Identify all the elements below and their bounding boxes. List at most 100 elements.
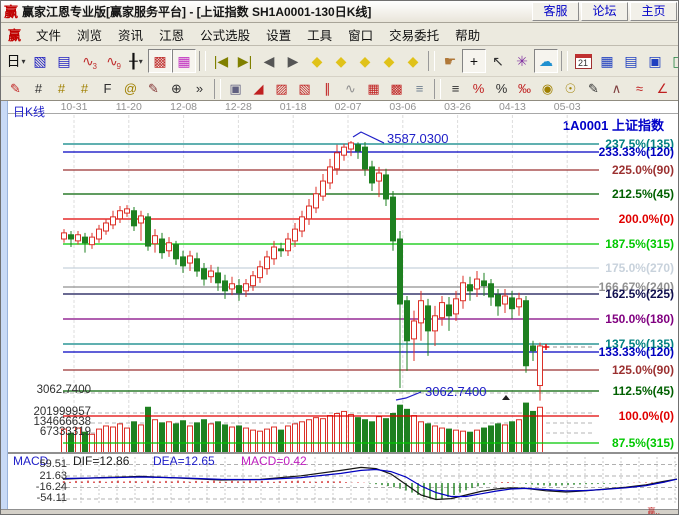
golden-circle-icon[interactable]: ◉ [536, 79, 559, 99]
menu-item-3[interactable]: 江恩 [151, 23, 192, 46]
diamond-expand-button[interactable]: ◆ [377, 49, 401, 73]
parallel-lines-icon[interactable]: ≡ [408, 79, 431, 99]
grid-arrow-icon[interactable]: ▩ [385, 79, 408, 99]
candle-body [258, 267, 263, 278]
last-page-button[interactable]: ▶| [233, 49, 257, 73]
more-tools-button[interactable]: » [188, 79, 211, 99]
annotate-pointer-icon[interactable]: ↖ [486, 49, 510, 73]
angle-tool-icon[interactable]: ∠ [651, 79, 674, 99]
hand-tool-icon[interactable]: ☛ [438, 49, 462, 73]
candle-body [132, 211, 137, 226]
candle-body [216, 273, 221, 283]
diamond-left-button[interactable]: ◆ [305, 49, 329, 73]
volume-bar [370, 422, 375, 453]
window-layout-icon[interactable]: ▧ [28, 49, 52, 73]
angle-lines-icon[interactable]: ∥ [316, 79, 339, 99]
golden-grid-icon[interactable]: # [50, 79, 73, 99]
measure-pen-icon[interactable]: ✎ [142, 79, 165, 99]
homepage-button[interactable]: 主页 [630, 2, 677, 21]
wave-line-icon[interactable]: ∿ [339, 79, 362, 99]
volume-bar [104, 426, 109, 453]
color-analysis-icon[interactable]: ▦ [172, 49, 196, 73]
menu-item-8[interactable]: 交易委托 [381, 23, 447, 46]
forum-button[interactable]: 论坛 [581, 2, 628, 21]
menu-item-9[interactable]: 帮助 [447, 23, 488, 46]
calendar-icon[interactable]: 21 [571, 49, 595, 73]
gann-fan-icon[interactable]: ◢ [247, 79, 270, 99]
candle-body [188, 256, 193, 263]
gann-module-icon[interactable]: ▩ [148, 49, 172, 73]
percent-lines-icon[interactable]: ‰ [513, 79, 536, 99]
crosshair-tool-icon[interactable]: + [462, 49, 486, 73]
diamond-compress-button[interactable]: ◆ [353, 49, 377, 73]
box-tool-icon[interactable]: ▣ [224, 79, 247, 99]
toolbar-main: 日▾▧▤∿3∿9╂▾▩▦|◀▶|◀▶◆◆◆◆◆☛+↖✳☁21▦▤▣◫ [1, 46, 679, 77]
volume-bar [517, 420, 522, 453]
price-ruler-icon[interactable]: ≡ [444, 79, 467, 99]
export-icon[interactable]: ◫ [667, 49, 679, 73]
first-page-button[interactable]: |◀ [209, 49, 233, 73]
menu-item-4[interactable]: 公式选股 [192, 23, 258, 46]
info-panel-icon[interactable]: ▤ [52, 49, 76, 73]
candle-body [174, 245, 179, 259]
menu-item-0[interactable]: 文件 [28, 23, 69, 46]
notebook-icon[interactable]: ▤ [619, 49, 643, 73]
diamond-right-button[interactable]: ◆ [329, 49, 353, 73]
candle-body [90, 237, 95, 245]
gann-wheel-icon[interactable]: ⊕ [165, 79, 188, 99]
red-grid-icon[interactable]: ▦ [362, 79, 385, 99]
golden-section-icon[interactable]: ☉ [559, 79, 582, 99]
candle-body [160, 239, 165, 253]
toolbar-separator [214, 79, 221, 99]
volume-bar [349, 415, 354, 453]
golden-price-icon[interactable]: ≈ [628, 79, 651, 99]
candle-body [419, 301, 424, 323]
fan-square-icon[interactable]: ▧ [293, 79, 316, 99]
candles [62, 141, 543, 401]
smart-analysis-icon[interactable]: ☁ [534, 49, 558, 73]
gann-label-112.5%(45): 112.5%(45) [577, 384, 674, 398]
candle-body [209, 271, 214, 277]
wave-9-icon[interactable]: ∿9 [100, 49, 124, 73]
wave-ab-icon[interactable]: ∧ [605, 79, 628, 99]
candle-body [272, 247, 277, 259]
percent-icon[interactable]: % [490, 79, 513, 99]
draw-pen-icon[interactable]: ✎ [4, 79, 27, 99]
gann-grid-icon[interactable]: # [27, 79, 50, 99]
diamond-reset-button[interactable]: ◆ [401, 49, 425, 73]
next-page-button[interactable]: ▶ [281, 49, 305, 73]
brush-icon[interactable]: ✎ [582, 79, 605, 99]
menu-item-2[interactable]: 资讯 [110, 23, 151, 46]
customer-service-button[interactable]: 客服 [532, 2, 579, 21]
fan-box-icon[interactable]: ▨ [270, 79, 293, 99]
candle-body [167, 243, 172, 251]
prev-page-button[interactable]: ◀ [257, 49, 281, 73]
percent-retrace-icon[interactable]: % [467, 79, 490, 99]
menu-item-5[interactable]: 设置 [258, 23, 299, 46]
candle-style-button[interactable]: ╂▾ [124, 49, 148, 73]
palm-tool-icon[interactable]: ✳ [510, 49, 534, 73]
spiral-icon[interactable]: @ [119, 79, 142, 99]
menu-item-1[interactable]: 浏览 [69, 23, 110, 46]
golden-grid2-icon[interactable]: # [73, 79, 96, 99]
menu-item-6[interactable]: 工具 [299, 23, 340, 46]
period-day-button[interactable]: 日▾ [4, 49, 28, 73]
toolbar-separator [434, 79, 441, 99]
volume-bar [188, 426, 193, 453]
menu-item-7[interactable]: 窗口 [340, 23, 381, 46]
volume-bar [447, 429, 452, 453]
candle-body [223, 281, 228, 291]
candle-body [391, 197, 396, 241]
menu-items: 文件浏览资讯江恩公式选股设置工具窗口交易委托帮助 [28, 23, 488, 46]
volume-bar [538, 407, 543, 453]
save-icon[interactable]: ▣ [643, 49, 667, 73]
volume-bar [272, 427, 277, 453]
wave-3-icon[interactable]: ∿3 [76, 49, 100, 73]
fib-grid-icon[interactable]: F [96, 79, 119, 99]
candle-body [314, 194, 319, 208]
calculator-icon[interactable]: ▦ [595, 49, 619, 73]
candle-body [426, 306, 431, 331]
volume-bar [146, 407, 151, 453]
volume-bar [230, 427, 235, 453]
volume-bar [475, 430, 480, 453]
